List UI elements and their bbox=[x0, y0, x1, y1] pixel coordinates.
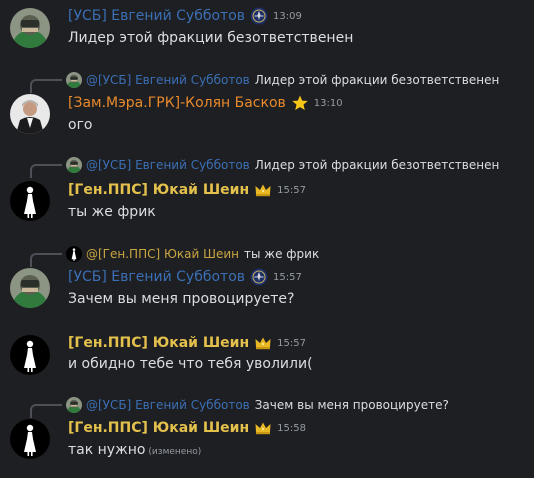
reply-preview[interactable]: @[УСБ] Евгений Субботов Зачем вы меня пр… bbox=[30, 395, 449, 418]
crown-icon bbox=[254, 181, 272, 199]
timestamp: 15:58 bbox=[277, 422, 306, 434]
timestamp: 13:10 bbox=[313, 97, 343, 109]
timestamp: 13:09 bbox=[273, 10, 302, 22]
reply-preview[interactable]: @[УСБ] Евгений Субботов Лидер этой фракц… bbox=[30, 155, 500, 178]
avatar[interactable] bbox=[10, 335, 50, 375]
username[interactable]: [Ген.ППС] Юкай Шеин bbox=[68, 420, 249, 436]
message-text: ты же фрик bbox=[68, 204, 156, 220]
user-avatar-icon bbox=[10, 335, 50, 375]
reply-avatar bbox=[66, 157, 82, 173]
avatar[interactable] bbox=[10, 8, 50, 48]
reply-text: Зачем вы меня провоцируете? bbox=[254, 398, 449, 412]
edited-label: (изменено) bbox=[148, 447, 202, 457]
avatar[interactable] bbox=[10, 181, 50, 221]
username[interactable]: [УСБ] Евгений Субботов bbox=[68, 269, 245, 285]
reply-author[interactable]: @[УСБ] Евгений Субботов bbox=[86, 398, 250, 412]
reply-preview[interactable]: @[УСБ] Евгений Субботов Лидер этой фракц… bbox=[30, 70, 500, 93]
reply-connector bbox=[30, 253, 62, 267]
reply-avatar bbox=[66, 397, 82, 413]
reply-connector bbox=[30, 164, 62, 178]
message-body: так нужно bbox=[68, 442, 146, 458]
reply-avatar bbox=[66, 72, 82, 88]
message-text: ого bbox=[68, 117, 93, 133]
user-avatar-icon bbox=[10, 94, 50, 134]
reply-preview[interactable]: @[Ген.ППС] Юкай Шеин ты же фрик bbox=[30, 244, 320, 267]
reply-avatar bbox=[66, 246, 82, 262]
reply-text: ты же фрик bbox=[244, 247, 320, 261]
username[interactable]: [Ген.ППС] Юкай Шеин bbox=[68, 335, 249, 351]
police-emblem-icon bbox=[250, 268, 268, 286]
timestamp: 15:57 bbox=[277, 184, 306, 196]
message-text: Лидер этой фракции безответственен bbox=[68, 30, 354, 46]
username[interactable]: [Зам.Мэра.ГРК]-Колян Басков bbox=[68, 95, 286, 111]
reply-author[interactable]: @[УСБ] Евгений Субботов bbox=[86, 73, 250, 87]
reply-author[interactable]: @[Ген.ППС] Юкай Шеин bbox=[86, 247, 239, 261]
star-icon bbox=[291, 94, 309, 112]
crown-icon bbox=[254, 419, 272, 437]
username[interactable]: [Ген.ППС] Юкай Шеин bbox=[68, 182, 249, 198]
avatar[interactable] bbox=[10, 94, 50, 134]
timestamp: 15:57 bbox=[277, 337, 306, 349]
message-text: так нужно (изменено) bbox=[68, 442, 201, 458]
user-avatar-icon bbox=[10, 268, 50, 308]
user-avatar-icon bbox=[10, 181, 50, 221]
avatar[interactable] bbox=[10, 419, 50, 459]
user-avatar-icon bbox=[10, 8, 50, 48]
message-text: и обидно тебе что тебя уволили( bbox=[68, 356, 313, 372]
reply-text: Лидер этой фракции безответственен bbox=[254, 73, 500, 87]
crown-icon bbox=[254, 334, 272, 352]
avatar[interactable] bbox=[10, 268, 50, 308]
reply-author[interactable]: @[УСБ] Евгений Субботов bbox=[86, 158, 250, 172]
reply-connector bbox=[30, 404, 62, 418]
message-text: Зачем вы меня провоцируете? bbox=[68, 291, 295, 307]
user-avatar-icon bbox=[10, 419, 50, 459]
username[interactable]: [УСБ] Евгений Субботов bbox=[68, 8, 245, 24]
reply-connector bbox=[30, 79, 62, 93]
timestamp: 15:57 bbox=[273, 271, 302, 283]
reply-text: Лидер этой фракции безответственен bbox=[254, 158, 500, 172]
police-emblem-icon bbox=[250, 7, 268, 25]
